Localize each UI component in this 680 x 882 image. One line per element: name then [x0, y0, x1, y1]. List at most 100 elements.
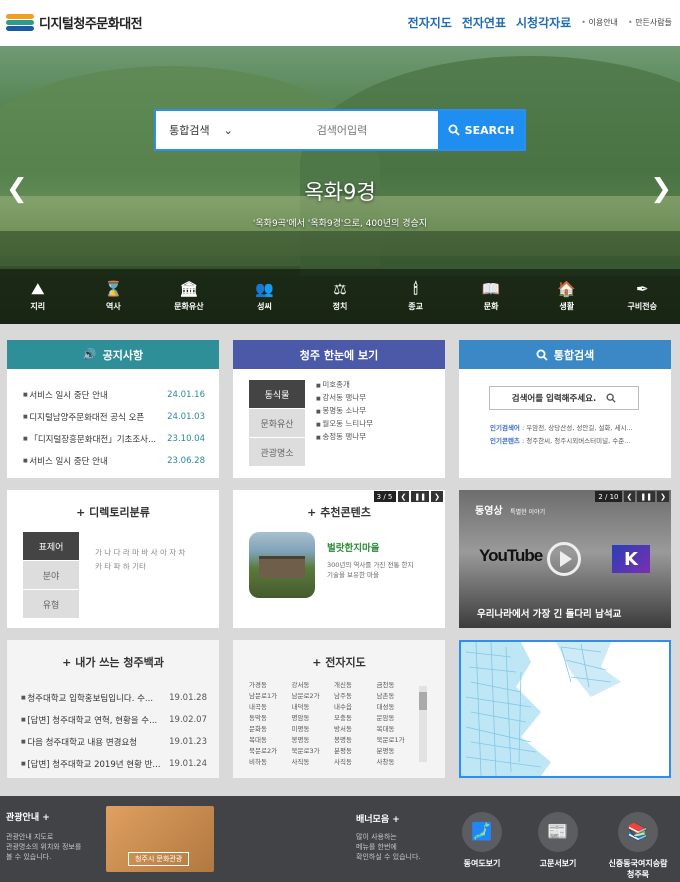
main-search-bar: 통합검색 ⌄ SEARCH: [154, 109, 526, 151]
pause-icon[interactable]: ❚❚: [411, 491, 430, 502]
emap-place-link[interactable]: 내덕동: [292, 702, 335, 713]
footer-link-geography-book[interactable]: 📚 신증동국여지승람 청주목: [604, 812, 672, 880]
emap-place-link[interactable]: 봉명동: [334, 735, 377, 746]
emap-place-link[interactable]: 남촌동: [377, 691, 420, 702]
list-item[interactable]: 미호종개: [316, 379, 373, 392]
category-culture[interactable]: 📖 문화: [453, 269, 529, 324]
emap-place-link[interactable]: 사직동: [334, 757, 377, 768]
next-icon[interactable]: ❯: [431, 491, 443, 502]
emap-place-link[interactable]: 동막동: [249, 713, 292, 724]
footer-link-dongyeodo[interactable]: 🗾 동여도보기: [452, 812, 512, 869]
list-item[interactable]: [답변] 청주대학교 2019년 현황 반... 19.01.24: [21, 754, 207, 776]
search-input[interactable]: [246, 111, 438, 149]
emap-place-link[interactable]: 남문로1가: [249, 691, 292, 702]
letter-index[interactable]: 가 나 다 라 마 바 사 아 자 차 카 타 파 하 기타: [95, 546, 185, 574]
prev-icon[interactable]: ❮: [623, 491, 636, 502]
slide-title[interactable]: 옥화9경: [0, 176, 680, 206]
popular-contents-value[interactable]: 청주한씨, 청주시외버스터미널, 수준...: [526, 437, 630, 445]
emap-place-link[interactable]: 남문로2가: [292, 691, 335, 702]
tab-type[interactable]: 유형: [23, 590, 79, 618]
village-thumbnail[interactable]: [249, 532, 315, 598]
glance-tabs: 동식물 문화유산 관광명소: [249, 380, 305, 467]
emap-place-link[interactable]: 명암동: [292, 713, 335, 724]
list-item[interactable]: 강서동 팽나무: [316, 392, 373, 405]
emap-place-link[interactable]: 내수읍: [334, 702, 377, 713]
popular-keywords-value[interactable]: 우암전, 상당산성, 성안길, 설화, 세시...: [526, 424, 632, 432]
list-item[interactable]: 송정동 팽나무: [316, 431, 373, 444]
emap-place-link[interactable]: 봉명동: [292, 735, 335, 746]
list-item[interactable]: 봉명동 소나무: [316, 405, 373, 418]
top-navigation: 전자지도 전자연표 시청각자료 이용안내 만든사람들: [408, 14, 672, 31]
list-item[interactable]: 서비스 일시 중단 안내 24.01.16: [23, 385, 205, 407]
list-item[interactable]: 청주대학교 입학홍보팀입니다. 수... 19.01.28: [21, 688, 207, 710]
emap-place-link[interactable]: 북문로2가: [249, 746, 292, 757]
search-scope-select[interactable]: 통합검색 ⌄: [156, 111, 246, 149]
emap-place-link[interactable]: 북문로3가: [292, 746, 335, 757]
emap-place-link[interactable]: 북문로1가: [377, 735, 420, 746]
category-geography[interactable]: ⛰ 지리: [0, 269, 76, 324]
list-item[interactable]: 「디지털장흥문화대전」기초조사... 23.10.04: [23, 429, 205, 451]
emap-place-link[interactable]: 방서동: [334, 724, 377, 735]
emap-place-link[interactable]: 분평동: [377, 746, 420, 757]
nav-usage-guide[interactable]: 이용안내: [581, 17, 617, 28]
pause-icon[interactable]: ❚❚: [637, 491, 656, 502]
footer-link-old-documents[interactable]: 📰 고문서보기: [528, 812, 588, 869]
tour-image[interactable]: 청주시 문화관광: [106, 806, 214, 872]
emap-place-link[interactable]: 대성동: [377, 702, 420, 713]
list-item[interactable]: [답변] 청주대학교 연혁, 현황을 수... 19.02.07: [21, 710, 207, 732]
emap-place-link[interactable]: 남주동: [334, 691, 377, 702]
recommend-item-title[interactable]: 벌랏한지마을: [327, 540, 379, 554]
tab-fauna-flora[interactable]: 동식물: [249, 380, 305, 408]
tab-field[interactable]: 분야: [23, 561, 79, 589]
emap-scrollbar[interactable]: [419, 686, 427, 762]
emap-place-link[interactable]: 모충동: [334, 713, 377, 724]
tab-headword[interactable]: 표제어: [23, 532, 79, 560]
list-item[interactable]: 디지털남양주문화대전 공식 오픈 24.01.03: [23, 407, 205, 429]
list-item[interactable]: 서비스 일시 중단 안내 23.06.28: [23, 451, 205, 473]
tab-heritage[interactable]: 문화유산: [249, 409, 305, 437]
map-preview[interactable]: [459, 640, 671, 778]
category-life[interactable]: 🏠 생활: [529, 269, 605, 324]
search-button[interactable]: SEARCH: [438, 111, 524, 149]
emap-place-link[interactable]: 개신동: [334, 680, 377, 691]
nav-credits[interactable]: 만든사람들: [628, 17, 672, 28]
nav-audiovisual[interactable]: 시청각자료: [516, 14, 571, 31]
category-history[interactable]: ⌛ 역사: [76, 269, 152, 324]
emap-place-link[interactable]: 분평동: [334, 746, 377, 757]
category-religion[interactable]: 🕯 종교: [378, 269, 454, 324]
emap-place-link[interactable]: 문암동: [377, 713, 420, 724]
category-oral-tradition[interactable]: ✒ 구비전승: [605, 269, 680, 324]
emap-place-link[interactable]: 복대동: [377, 724, 420, 735]
emap-place-link[interactable]: 비하동: [249, 757, 292, 768]
category-heritage[interactable]: 🏛 문화유산: [151, 269, 227, 324]
list-item[interactable]: 다음 청주대학교 내용 변경요청 19.01.23: [21, 732, 207, 754]
tour-button[interactable]: 청주시 문화관광: [128, 852, 190, 866]
integrated-search-input[interactable]: 검색어를 입력해주세요.: [489, 386, 639, 410]
tab-tourist-spots[interactable]: 관광명소: [249, 438, 305, 466]
category-politics[interactable]: ⚖ 정치: [302, 269, 378, 324]
banner-title[interactable]: 배너모음 +: [356, 812, 400, 825]
wiki-date: 19.01.28: [169, 693, 207, 703]
emap-place-link[interactable]: 사창동: [377, 757, 420, 768]
emap-place-link[interactable]: 가경동: [249, 680, 292, 691]
emap-place-link[interactable]: 복대동: [249, 735, 292, 746]
emap-place-link[interactable]: 금천동: [377, 680, 420, 691]
next-icon[interactable]: ❯: [657, 491, 669, 502]
notice-header[interactable]: 🔊 공지사항: [7, 340, 219, 369]
prev-icon[interactable]: ❮: [397, 491, 410, 502]
tour-info-title[interactable]: 관광안내 +: [6, 810, 50, 823]
nav-electronic-chronology[interactable]: 전자연표: [462, 14, 506, 31]
emap-place-link[interactable]: 문화동: [249, 724, 292, 735]
category-label: 정치: [332, 302, 348, 311]
play-icon[interactable]: [547, 542, 581, 576]
emap-place-link[interactable]: 강서동: [292, 680, 335, 691]
nav-electronic-map[interactable]: 전자지도: [408, 14, 452, 31]
emap-place-link[interactable]: 내곡동: [249, 702, 292, 713]
video-caption[interactable]: 우리나라에서 가장 긴 돌다리 남석교: [477, 606, 621, 620]
category-surname[interactable]: 👥 성씨: [227, 269, 303, 324]
site-logo[interactable]: 디지털청주문화대전: [6, 12, 143, 32]
search-icon[interactable]: [606, 393, 616, 403]
emap-place-link[interactable]: 사직동: [292, 757, 335, 768]
emap-place-link[interactable]: 미평동: [292, 724, 335, 735]
list-item[interactable]: 월오동 느티나무: [316, 418, 373, 431]
